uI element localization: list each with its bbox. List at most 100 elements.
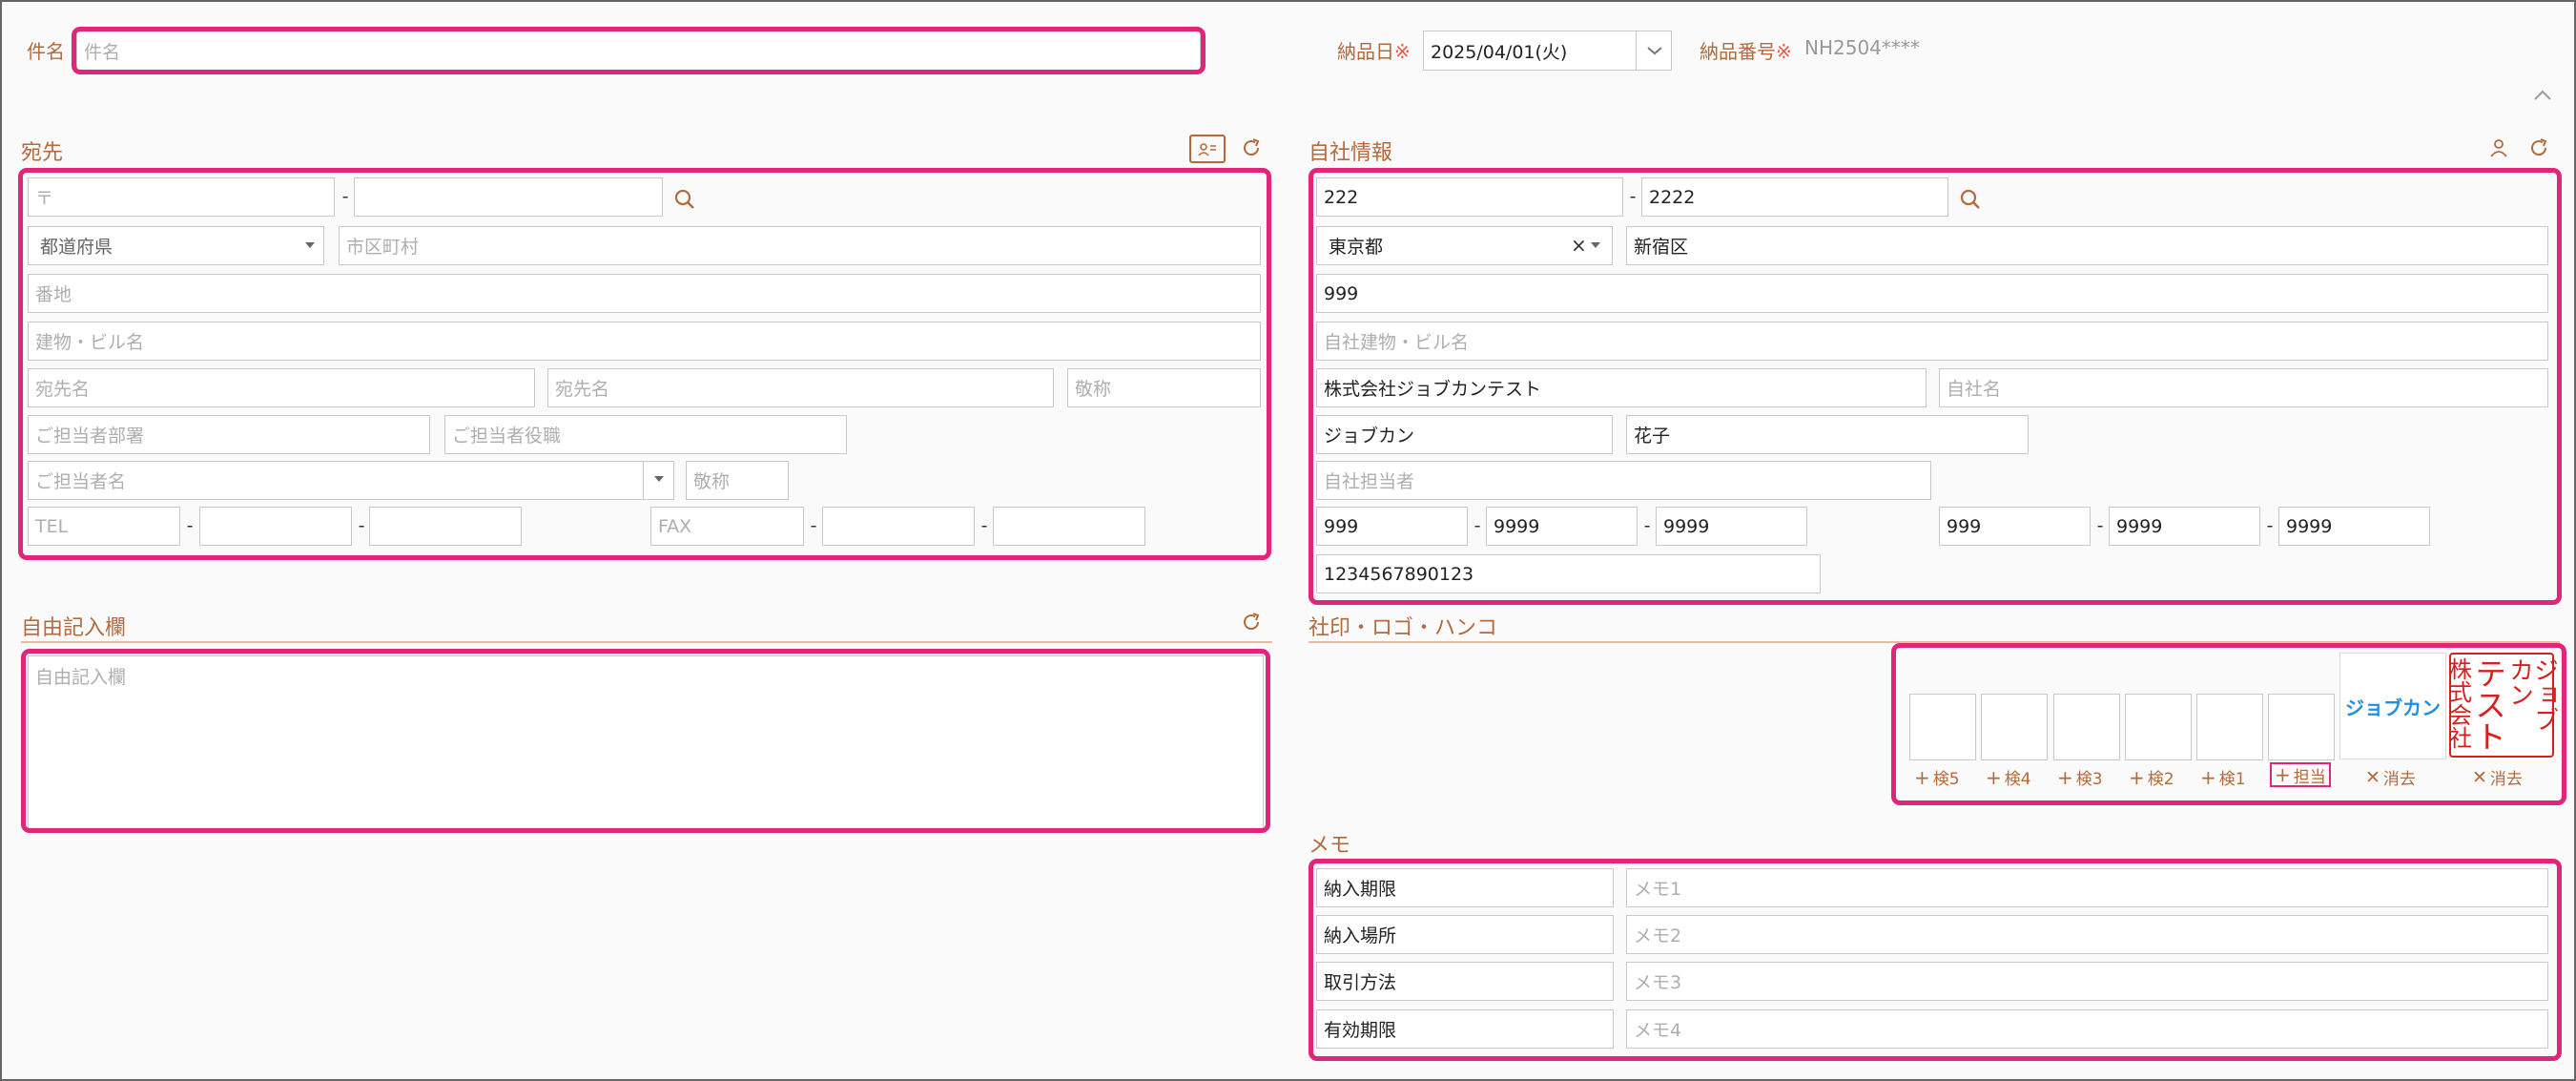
company-tel2-input[interactable]: 9999 — [1486, 507, 1638, 546]
delivery-date-select[interactable]: 2025/04/01(火) — [1423, 31, 1672, 71]
dash: - — [1629, 186, 1637, 207]
stamp-slot-1[interactable] — [2196, 694, 2263, 760]
company-name2-input[interactable]: 自社名 — [1939, 368, 2548, 407]
company-building-input[interactable]: 自社建物・ビル名 — [1316, 322, 2548, 361]
recipient-fax3-input[interactable] — [993, 507, 1145, 546]
recipient-name2-input[interactable]: 宛先名 — [547, 368, 1054, 407]
plus-icon: + — [2275, 763, 2291, 786]
memo-label-input[interactable]: 有効期限 — [1316, 1009, 1614, 1049]
company-city-input[interactable]: 新宿区 — [1626, 226, 2548, 265]
recipient-fax2-input[interactable] — [822, 507, 975, 546]
recipient-postal1-input[interactable]: 〒 — [28, 177, 335, 217]
plus-icon: + — [2057, 765, 2073, 789]
memo-value-input[interactable]: メモ4 — [1626, 1009, 2548, 1049]
recipient-honorific-input[interactable]: 敬称 — [1067, 368, 1261, 407]
stamp-line: 株式会社 — [2444, 657, 2472, 749]
plus-icon: + — [1986, 765, 2002, 789]
recipient-tel3-input[interactable] — [369, 507, 522, 546]
dash: - — [186, 515, 194, 536]
recipient-tel2-input[interactable] — [199, 507, 352, 546]
dash: - — [358, 515, 365, 536]
recipient-tel1-input[interactable]: TEL — [28, 507, 180, 546]
dash: - — [2096, 515, 2104, 536]
subject-label: 件名 — [27, 40, 65, 63]
delivery-date-label: 納品日※ — [1337, 40, 1411, 63]
caret-down-icon — [305, 242, 315, 248]
clear-stamp-button[interactable]: ✕ 消去 — [2472, 765, 2523, 790]
memo-value-input[interactable]: メモ2 — [1626, 915, 2548, 954]
chevron-down-icon[interactable] — [1636, 31, 1672, 71]
memo-value-input[interactable]: メモ1 — [1626, 868, 2548, 907]
company-person-input[interactable]: 自社担当者 — [1316, 461, 1931, 500]
stamp-slot-4[interactable] — [1981, 694, 2048, 760]
add-stamp-3-button[interactable]: + 検3 — [2057, 765, 2103, 790]
company-title: 自社情報 — [1309, 141, 1393, 165]
company-name-input[interactable]: 株式会社ジョブカンテスト — [1316, 368, 1927, 407]
company-first-name-input[interactable]: 花子 — [1626, 415, 2029, 454]
company-tel3-input[interactable]: 9999 — [1656, 507, 1807, 546]
memo-label-input[interactable]: 納入期限 — [1316, 868, 1614, 907]
recipient-person-honorific-input[interactable]: 敬称 — [686, 461, 789, 500]
recipient-prefecture-select[interactable]: 都道府県 — [28, 226, 324, 265]
chevron-up-icon[interactable] — [2531, 86, 2554, 105]
clear-logo-button[interactable]: ✕ 消去 — [2365, 765, 2416, 790]
recipient-city-input[interactable]: 市区町村 — [339, 226, 1261, 265]
company-fax1-input[interactable]: 999 — [1939, 507, 2091, 546]
dash: - — [810, 515, 817, 536]
company-registration-input[interactable]: 1234567890123 — [1316, 554, 1821, 593]
caret-down-icon — [654, 476, 664, 482]
delivery-number-label: 納品番号※ — [1700, 40, 1792, 63]
refresh-icon[interactable] — [1237, 134, 1266, 162]
recipient-street-input[interactable]: 番地 — [28, 274, 1261, 313]
user-icon[interactable] — [2484, 134, 2513, 162]
company-street-input[interactable]: 999 — [1316, 274, 2548, 313]
stamp-slot-tanto[interactable] — [2268, 694, 2335, 760]
company-logo[interactable]: ジョブカン — [2339, 653, 2446, 759]
company-tel1-input[interactable]: 999 — [1316, 507, 1468, 546]
recipient-name1-input[interactable]: 宛先名 — [28, 368, 535, 407]
dash: - — [980, 515, 988, 536]
add-stamp-1-button[interactable]: + 検1 — [2200, 765, 2246, 790]
recipient-building-input[interactable]: 建物・ビル名 — [28, 322, 1261, 361]
recipient-title: 宛先 — [21, 141, 64, 165]
dash: - — [1643, 515, 1651, 536]
delivery-number-value: NH2504**** — [1804, 36, 1920, 59]
subject-input[interactable]: 件名 — [76, 31, 1201, 71]
memo-label-input[interactable]: 取引方法 — [1316, 962, 1614, 1001]
clear-icon[interactable]: × — [1571, 234, 1587, 257]
recipient-department-input[interactable]: ご担当者部署 — [28, 415, 430, 454]
memo-value-input[interactable]: メモ3 — [1626, 962, 2548, 1001]
divider — [21, 641, 1272, 643]
recipient-person-select[interactable]: ご担当者名 — [28, 461, 674, 500]
dash: - — [1473, 515, 1481, 536]
company-fax2-input[interactable]: 9999 — [2109, 507, 2260, 546]
dash: - — [341, 186, 349, 207]
company-prefecture-select[interactable]: 東京都 — [1316, 226, 1613, 265]
company-postal2-input[interactable]: 2222 — [1641, 177, 1948, 217]
memo-label-input[interactable]: 納入場所 — [1316, 915, 1614, 954]
x-icon: ✕ — [2365, 766, 2380, 788]
refresh-icon[interactable] — [1237, 608, 1266, 636]
company-seal-stamp[interactable]: ジョブカン テスト 株式会社 — [2444, 653, 2559, 758]
stamp-slot-3[interactable] — [2053, 694, 2120, 760]
add-stamp-4-button[interactable]: + 検4 — [1986, 765, 2031, 790]
free-text-textarea[interactable]: 自由記入欄 — [28, 655, 1264, 829]
add-stamp-2-button[interactable]: + 検2 — [2129, 765, 2174, 790]
company-postal1-input[interactable]: 222 — [1316, 177, 1623, 217]
add-stamp-tanto-button[interactable]: + 担当 — [2270, 762, 2331, 787]
stamp-slot-5[interactable] — [1909, 694, 1976, 760]
refresh-icon[interactable] — [2524, 134, 2553, 162]
add-stamp-5-button[interactable]: + 検5 — [1914, 765, 1960, 790]
recipient-postal2-input[interactable] — [354, 177, 663, 217]
stamp-slot-2[interactable] — [2125, 694, 2192, 760]
plus-icon: + — [2200, 765, 2216, 789]
search-icon[interactable] — [1957, 186, 1984, 213]
caret-down-icon — [1591, 242, 1600, 248]
search-icon[interactable] — [671, 186, 698, 213]
company-fax3-input[interactable]: 9999 — [2278, 507, 2430, 546]
address-book-icon[interactable] — [1189, 135, 1226, 163]
free-text-title: 自由記入欄 — [21, 616, 127, 640]
recipient-position-input[interactable]: ご担当者役職 — [444, 415, 847, 454]
recipient-fax1-input[interactable]: FAX — [650, 507, 804, 546]
company-last-name-input[interactable]: ジョブカン — [1316, 415, 1613, 454]
